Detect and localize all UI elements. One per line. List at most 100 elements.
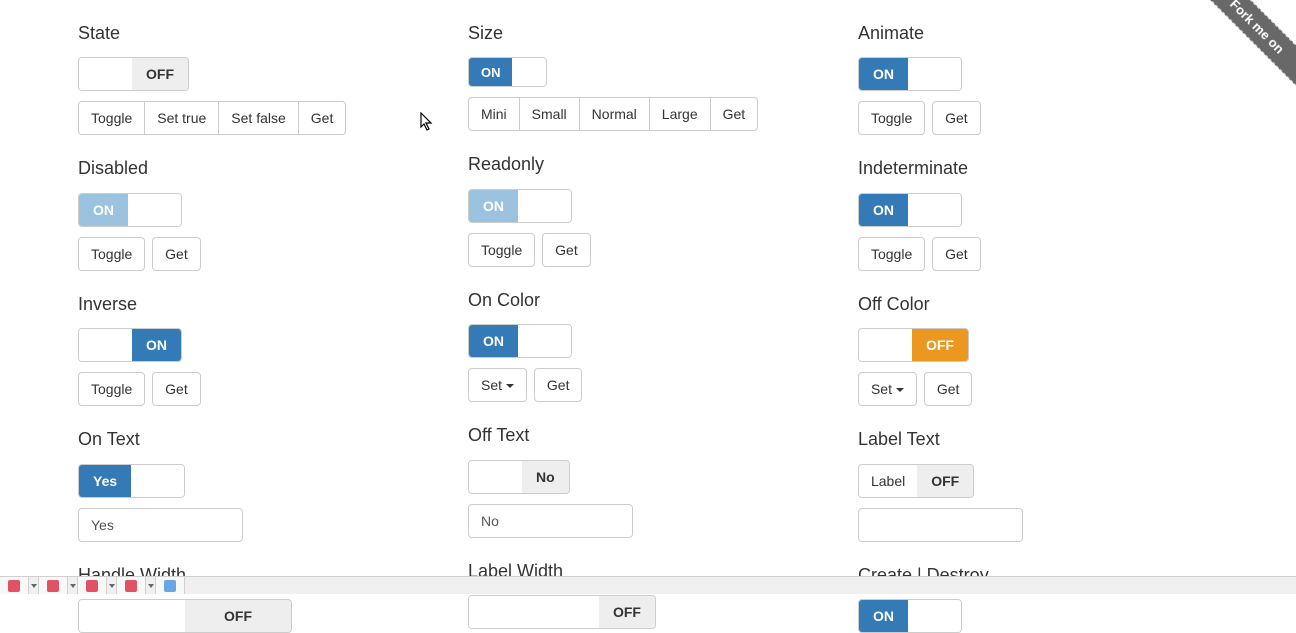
size-small-button[interactable]: Small xyxy=(519,97,580,131)
size-get-button[interactable]: Get xyxy=(710,97,759,131)
taskbar-tab[interactable] xyxy=(0,577,29,594)
app-icon xyxy=(47,580,59,592)
switch-blank xyxy=(131,465,184,497)
taskbar-dropdown[interactable] xyxy=(146,577,156,594)
taskbar-tab[interactable] xyxy=(78,577,107,594)
inverse-get-button[interactable]: Get xyxy=(152,372,201,406)
size-large-button[interactable]: Large xyxy=(649,97,711,131)
switch-blank xyxy=(79,329,132,361)
labeltext-switch[interactable]: Label OFF xyxy=(858,464,974,498)
indeterminate-toggle-button[interactable]: Toggle xyxy=(858,237,925,271)
taskbar-tab[interactable] xyxy=(117,577,146,594)
offcolor-title: Off Color xyxy=(858,293,1218,316)
offcolor-switch[interactable]: OFF xyxy=(858,328,969,362)
caret-down-icon xyxy=(506,384,514,388)
size-mini-button[interactable]: Mini xyxy=(468,97,520,131)
handlewidth-switch[interactable]: OFF xyxy=(78,599,292,633)
indeterminate-switch[interactable]: ON xyxy=(858,193,962,227)
switch-on-label: ON xyxy=(859,194,908,226)
switch-blank xyxy=(908,58,961,90)
state-toggle-button[interactable]: Toggle xyxy=(78,101,145,135)
state-switch[interactable]: OFF xyxy=(78,57,189,91)
offcolor-set-button[interactable]: Set xyxy=(858,372,917,406)
inverse-switch[interactable]: ON xyxy=(78,328,182,362)
switch-off-label: OFF xyxy=(599,596,655,628)
switch-blank xyxy=(469,596,599,628)
animate-title: Animate xyxy=(858,22,1218,45)
switch-off-label: OFF xyxy=(185,600,291,632)
taskbar-tab[interactable] xyxy=(156,577,185,594)
switch-on-label: Yes xyxy=(79,465,131,497)
disabled-title: Disabled xyxy=(78,157,438,180)
size-switch[interactable]: ON xyxy=(468,57,548,87)
createdestroy-switch[interactable]: ON xyxy=(858,599,962,633)
taskbar-tab[interactable] xyxy=(39,577,68,594)
switch-on-label: ON xyxy=(132,329,181,361)
indeterminate-get-button[interactable]: Get xyxy=(932,237,981,271)
app-icon xyxy=(164,580,176,592)
offtext-title: Off Text xyxy=(468,424,828,447)
app-icon xyxy=(125,580,137,592)
switch-off-label: OFF xyxy=(917,465,973,497)
size-normal-button[interactable]: Normal xyxy=(579,97,650,131)
size-title: Size xyxy=(468,22,828,45)
disabled-get-button[interactable]: Get xyxy=(152,237,201,271)
switch-on-label: ON xyxy=(469,190,518,222)
labelwidth-switch[interactable]: OFF xyxy=(468,595,656,629)
switch-blank xyxy=(859,329,912,361)
oncolor-get-button[interactable]: Get xyxy=(534,368,583,402)
state-set-false-button[interactable]: Set false xyxy=(218,101,298,135)
readonly-switch[interactable]: ON xyxy=(468,189,572,223)
switch-on-label: ON xyxy=(859,58,908,90)
switch-blank xyxy=(518,190,571,222)
animate-get-button[interactable]: Get xyxy=(932,101,981,135)
ontext-switch[interactable]: Yes xyxy=(78,464,185,498)
offcolor-get-button[interactable]: Get xyxy=(924,372,973,406)
switch-on-label: ON xyxy=(79,194,128,226)
ontext-title: On Text xyxy=(78,428,438,451)
switch-blank xyxy=(908,194,961,226)
caret-down-icon xyxy=(896,388,904,392)
app-icon xyxy=(8,580,20,592)
switch-blank xyxy=(79,600,185,632)
offtext-input[interactable] xyxy=(468,504,633,538)
oncolor-title: On Color xyxy=(468,289,828,312)
oncolor-set-button[interactable]: Set xyxy=(468,368,527,402)
switch-blank xyxy=(128,194,181,226)
readonly-title: Readonly xyxy=(468,153,828,176)
readonly-toggle-button[interactable]: Toggle xyxy=(468,233,535,267)
switch-off-label: OFF xyxy=(912,329,968,361)
state-get-button[interactable]: Get xyxy=(298,101,347,135)
animate-switch[interactable]: ON xyxy=(858,57,962,91)
disabled-toggle-button[interactable]: Toggle xyxy=(78,237,145,271)
oncolor-switch[interactable]: ON xyxy=(468,324,572,358)
app-icon xyxy=(86,580,98,592)
taskbar xyxy=(0,576,1296,594)
readonly-get-button[interactable]: Get xyxy=(542,233,591,267)
switch-on-label: ON xyxy=(469,325,518,357)
switch-on-label: ON xyxy=(469,58,513,86)
labeltext-input[interactable] xyxy=(858,508,1023,542)
taskbar-dropdown[interactable] xyxy=(68,577,78,594)
switch-blank xyxy=(512,58,546,86)
indeterminate-title: Indeterminate xyxy=(858,157,1218,180)
labeltext-title: Label Text xyxy=(858,428,1218,451)
switch-off-label: No xyxy=(522,461,569,493)
inverse-toggle-button[interactable]: Toggle xyxy=(78,372,145,406)
taskbar-dropdown[interactable] xyxy=(29,577,39,594)
inverse-title: Inverse xyxy=(78,293,438,316)
ontext-input[interactable] xyxy=(78,508,243,542)
state-set-true-button[interactable]: Set true xyxy=(144,101,219,135)
taskbar-dropdown[interactable] xyxy=(107,577,117,594)
state-title: State xyxy=(78,22,438,45)
switch-blank xyxy=(908,600,961,632)
switch-on-label: ON xyxy=(859,600,908,632)
switch-label: Label xyxy=(859,465,917,497)
disabled-switch[interactable]: ON xyxy=(78,193,182,227)
switch-blank xyxy=(469,461,522,493)
switch-off-label: OFF xyxy=(132,58,188,90)
offtext-switch[interactable]: No xyxy=(468,460,570,494)
switch-blank xyxy=(518,325,571,357)
animate-toggle-button[interactable]: Toggle xyxy=(858,101,925,135)
switch-blank xyxy=(79,58,132,90)
